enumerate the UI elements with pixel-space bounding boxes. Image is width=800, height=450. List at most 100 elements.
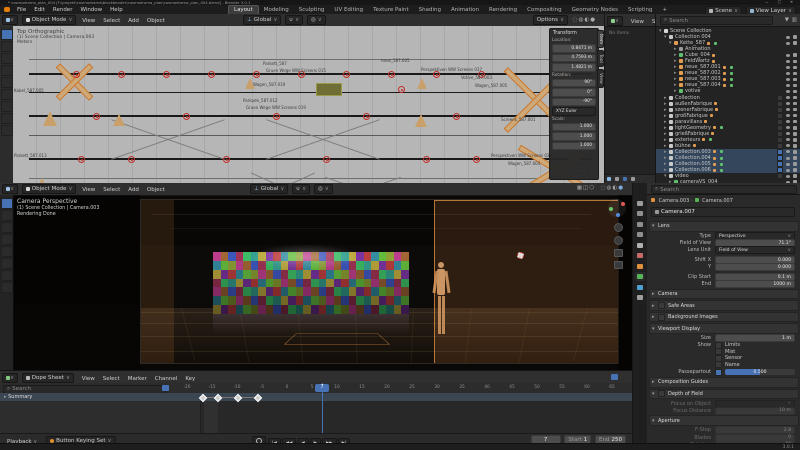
proportional-edit-icon[interactable]: ◎∨ (307, 15, 326, 25)
speaker-triangle[interactable] (415, 114, 427, 127)
light-fixture-marker[interactable] (253, 71, 260, 78)
mini-editor-footer-icons[interactable] (605, 174, 656, 183)
exclude-checkbox[interactable] (777, 125, 783, 131)
light-fixture-marker[interactable] (323, 156, 330, 163)
axis-y-dot[interactable] (609, 207, 613, 211)
light-fixture-marker[interactable] (223, 156, 230, 163)
transform-orientation-dropdown[interactable]: ⊥Global∨ (243, 15, 281, 25)
transform-field[interactable]: -90° (552, 98, 596, 107)
dope-menu-channel[interactable]: Channel (151, 375, 182, 383)
transform-field[interactable]: 1.000 (552, 132, 596, 141)
properties-tab-4[interactable] (635, 241, 645, 250)
dope-sheet[interactable]: ∨ Dope Sheet∨ ViewSelectMarkerChannelKey… (0, 370, 632, 434)
properties-tab-6[interactable] (635, 262, 645, 271)
render-camera-icon[interactable] (793, 126, 797, 130)
panel-header-camera[interactable]: ▸Camera (649, 289, 799, 300)
camera-menu-select[interactable]: Select (99, 186, 124, 194)
tool-button[interactable] (1, 234, 13, 245)
render-camera-icon[interactable] (793, 84, 797, 88)
outliner[interactable]: ⌕Search ▼ ▥ ▾Scene Collection▾Collection… (655, 14, 800, 186)
blender-logo-icon[interactable] (4, 7, 10, 12)
properties-tab-0[interactable] (635, 199, 645, 208)
render-camera-icon[interactable] (793, 53, 797, 57)
playhead-frame-chip[interactable]: 7 (315, 384, 329, 392)
workspace-tab-layout[interactable]: Layout (228, 5, 259, 14)
prop-focus-distance[interactable]: 10 m (715, 407, 795, 415)
keyframe-diamond[interactable] (214, 393, 222, 401)
render-camera-icon[interactable] (793, 168, 797, 172)
n-panel-tab-tool[interactable]: Tool (597, 50, 604, 67)
menu-edit[interactable]: Edit (30, 6, 49, 14)
eye-icon[interactable] (786, 126, 790, 129)
render-camera-icon[interactable] (793, 60, 797, 64)
properties-tab-2[interactable] (635, 220, 645, 229)
editor-type-button[interactable]: ∨ (2, 15, 18, 25)
exclude-checkbox[interactable] (777, 113, 783, 119)
axis-x-dot[interactable] (621, 202, 625, 206)
transform-field[interactable]: 1.000 (552, 123, 596, 132)
transform-field[interactable]: 90° (552, 79, 596, 88)
ortho-menu-view[interactable]: View (78, 17, 99, 25)
render-camera-icon[interactable] (793, 102, 797, 106)
properties-tab-7[interactable] (635, 272, 645, 281)
exclude-checkbox[interactable] (777, 95, 783, 101)
light-fixture-marker[interactable] (453, 113, 460, 120)
properties-tab-8[interactable] (635, 283, 645, 292)
eye-icon[interactable] (786, 120, 790, 123)
perspective-toggle-icon[interactable] (614, 261, 623, 269)
panel-header-lens[interactable]: ▾Lens (649, 221, 799, 232)
tool-button[interactable] (1, 77, 13, 88)
panel-header-background-images[interactable]: ▸Background Images (649, 312, 799, 323)
panel-header-viewport-display[interactable]: ▾Viewport Display (649, 323, 799, 334)
properties-tab-3[interactable] (635, 230, 645, 239)
eye-icon[interactable] (786, 163, 790, 166)
editor-type-button[interactable]: ∨ (2, 373, 18, 383)
speaker-triangle[interactable] (113, 114, 125, 126)
eye-icon[interactable] (786, 150, 790, 153)
camera-view-icon[interactable] (614, 249, 623, 257)
light-fixture-marker[interactable] (73, 71, 80, 78)
camera-menu-object[interactable]: Object (143, 186, 169, 194)
render-camera-icon[interactable] (793, 96, 797, 100)
pan-hand-icon[interactable] (614, 236, 623, 245)
camera-menu-view[interactable]: View (78, 186, 99, 194)
workspace-tab-compositing[interactable]: Compositing (522, 6, 566, 14)
mini-editor[interactable]: ∨ ViewSelect No items (604, 14, 656, 183)
eye-icon[interactable] (786, 78, 790, 81)
light-fixture-marker[interactable] (398, 86, 405, 93)
workspace-tab-scripting[interactable]: Scripting (623, 6, 657, 14)
workspace-tab-modeling[interactable]: Modeling (259, 6, 294, 14)
tool-button[interactable] (1, 101, 13, 112)
light-fixture-marker[interactable] (423, 156, 430, 163)
zoom-icon[interactable] (614, 223, 623, 232)
eye-icon[interactable] (786, 108, 790, 111)
eye-icon[interactable] (786, 114, 790, 117)
keyframe-diamond[interactable] (254, 393, 262, 401)
passepartout-checkbox[interactable] (715, 369, 722, 376)
shading-mode-icons[interactable]: ◌◍◐● (601, 185, 624, 191)
eye-icon[interactable] (786, 90, 790, 93)
render-camera-icon[interactable] (793, 138, 797, 142)
render-camera-icon[interactable] (793, 114, 797, 118)
transform-orientation-dropdown[interactable]: ⊥Global∨ (250, 184, 288, 194)
render-camera-icon[interactable] (793, 78, 797, 82)
selected-truss-object[interactable] (51, 56, 96, 101)
menu-render[interactable]: Render (49, 6, 77, 14)
outliner-search-input[interactable]: ⌕Search (660, 16, 773, 25)
tool-button[interactable] (1, 198, 13, 209)
technical-drawing[interactable]: Top Orthographic (1) Scene Collection | … (13, 26, 604, 183)
panel-header-composition-guides[interactable]: ▸Composition Guides (649, 377, 799, 388)
workspace-tab-sculpting[interactable]: Sculpting (294, 6, 330, 14)
eye-icon[interactable] (786, 157, 790, 160)
workspace-tab-animation[interactable]: Animation (446, 6, 484, 14)
render-camera-icon[interactable] (793, 174, 797, 178)
camera-viewport[interactable]: ∨ Object Mode∨ ViewSelectAddObject ⊥Glob… (0, 183, 632, 370)
panel-checkbox[interactable] (658, 302, 665, 309)
axis-z-dot[interactable] (616, 213, 620, 217)
tool-button[interactable] (1, 29, 13, 40)
light-fixture-marker[interactable] (163, 71, 170, 78)
transform-field[interactable]: 1.000 (552, 142, 596, 151)
prop-lens-unit[interactable]: Field of View∨ (715, 246, 795, 254)
properties-tab-9[interactable] (635, 293, 645, 302)
render-camera-icon[interactable] (793, 132, 797, 136)
